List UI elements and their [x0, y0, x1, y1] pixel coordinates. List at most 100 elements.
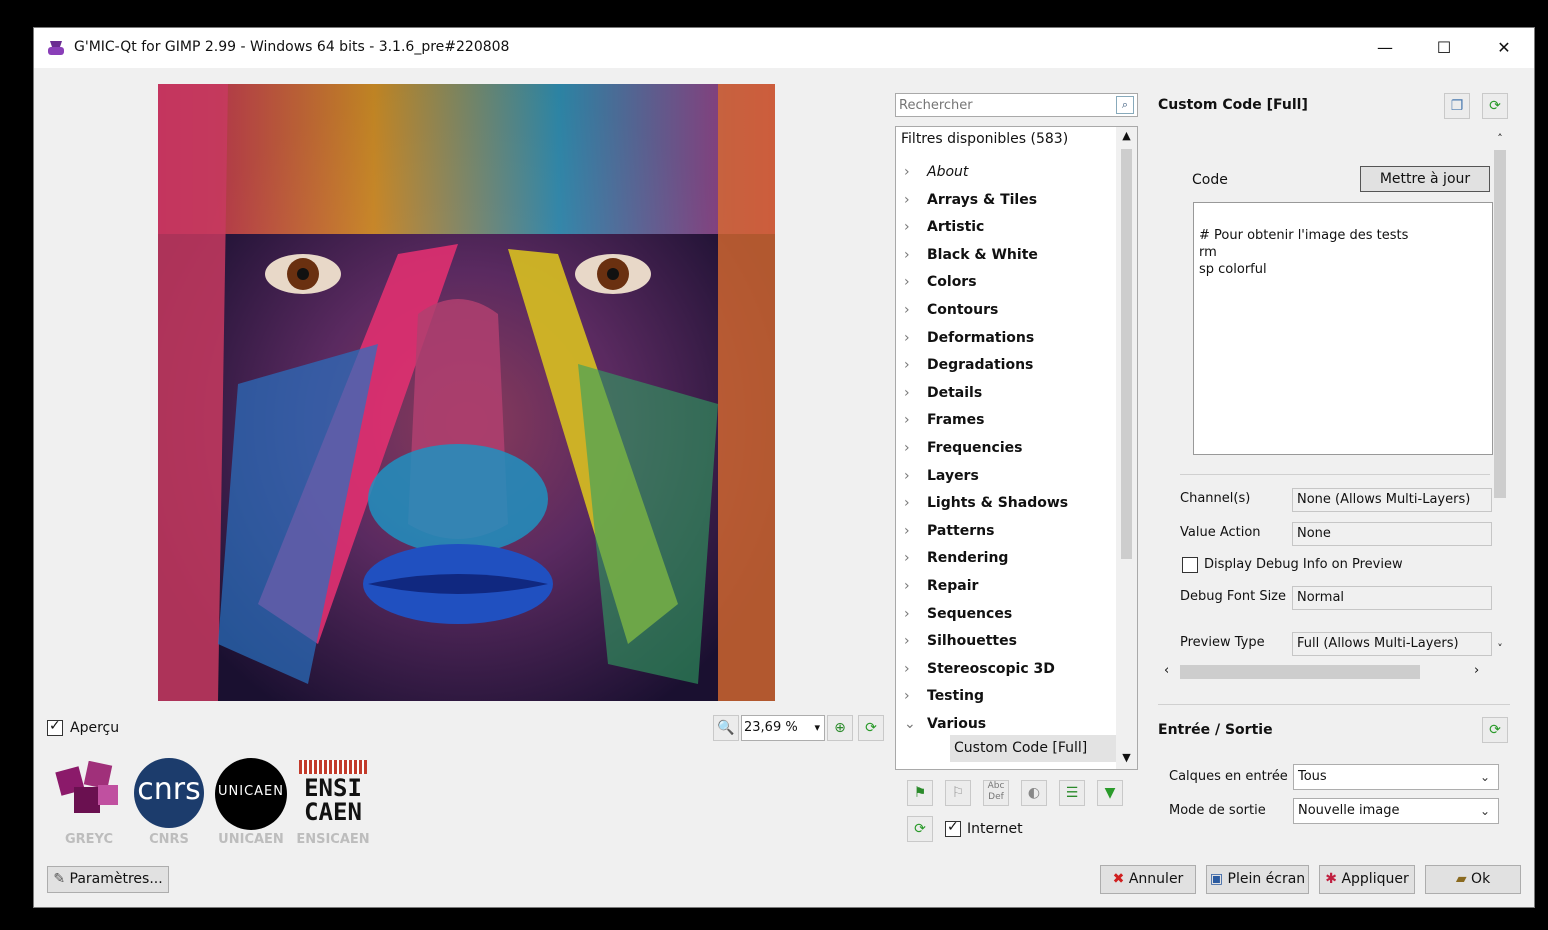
chevron-right-icon[interactable]: › [904, 573, 910, 600]
params-vertical-scrollbar[interactable]: ˄ ˅ [1490, 132, 1510, 662]
chevron-left-icon[interactable]: ‹ [1164, 663, 1169, 678]
output-mode-combobox[interactable]: Nouvelle image ⌄ [1293, 798, 1499, 824]
gmic-window: G'MIC-Qt for GIMP 2.99 - Windows 64 bits… [33, 27, 1535, 908]
params-hscroll-thumb[interactable] [1180, 665, 1420, 679]
remove-favorite-icon[interactable]: ⚐ [945, 780, 971, 806]
value-action-select[interactable]: None [1292, 522, 1492, 546]
rename-icon[interactable]: Abc Def [983, 780, 1009, 806]
ok-button[interactable]: ▰ Ok [1425, 865, 1521, 894]
update-filters-icon[interactable]: ⟳ [907, 816, 933, 842]
preview-type-label: Preview Type [1180, 635, 1265, 650]
tree-scrollbar[interactable]: ▲ ▼ [1116, 127, 1137, 769]
selection-mode-icon[interactable]: ☰ [1059, 780, 1085, 806]
internet-label: Internet [967, 821, 1023, 837]
filter-category-item[interactable]: › Arrays & Tiles [896, 187, 1114, 214]
filter-category-item[interactable]: › Frequencies [896, 435, 1114, 462]
chevron-right-icon[interactable]: › [904, 490, 910, 517]
update-button[interactable]: Mettre à jour [1360, 166, 1490, 192]
debug-font-size-select[interactable]: Normal [1292, 586, 1492, 610]
apply-button[interactable]: ✱ Appliquer [1319, 865, 1415, 894]
scroll-up-icon[interactable]: ▲ [1116, 129, 1137, 142]
filter-category-item[interactable]: › Silhouettes [896, 628, 1114, 655]
minimize-button[interactable]: — [1356, 28, 1414, 68]
maximize-button[interactable]: ☐ [1415, 28, 1473, 68]
filter-category-item[interactable]: › Rendering [896, 545, 1114, 572]
zoom-combobox[interactable]: 23,69 % ▾ [741, 715, 825, 741]
reset-io-icon[interactable]: ⟳ [1482, 717, 1508, 743]
chevron-up-icon[interactable]: ˄ [1490, 132, 1510, 145]
preview-type-select[interactable]: Full (Allows Multi-Layers) [1292, 632, 1492, 656]
filter-category-item[interactable]: › Layers [896, 463, 1114, 490]
filter-category-item[interactable]: › Colors [896, 269, 1114, 296]
filter-category-label: Details [927, 384, 983, 401]
filter-item-custom-code[interactable]: Custom Code [Full] [950, 735, 1116, 762]
chevron-right-icon[interactable]: › [904, 545, 910, 572]
apercu-checkbox[interactable] [47, 718, 63, 736]
chevron-right-icon[interactable]: › [904, 435, 910, 462]
filter-category-item[interactable]: ⌄ Various [896, 711, 1114, 738]
chevron-right-icon[interactable]: › [904, 601, 910, 628]
filter-category-item[interactable]: › Lights & Shadows [896, 490, 1114, 517]
tree-scroll-thumb[interactable] [1121, 149, 1132, 559]
debug-info-checkbox[interactable] [1182, 557, 1198, 573]
filter-category-item[interactable]: › Deformations [896, 325, 1114, 352]
refresh-preview-icon[interactable]: ⟳ [858, 715, 884, 741]
search-field[interactable] [897, 95, 1107, 115]
filter-category-item[interactable]: › Stereoscopic 3D [896, 656, 1114, 683]
code-line: sp colorful [1199, 262, 1267, 277]
code-line: rm [1199, 245, 1217, 260]
chevron-down-icon[interactable]: ˅ [1490, 642, 1510, 655]
add-favorite-icon[interactable]: ⚑ [907, 780, 933, 806]
reset-params-icon[interactable]: ⟳ [1482, 93, 1508, 119]
chevron-down-icon: ▾ [814, 721, 820, 734]
settings-button[interactable]: ✎ Paramètres... [47, 866, 169, 893]
chevron-right-icon[interactable]: › [904, 297, 910, 324]
copy-command-icon[interactable]: ❐ [1444, 93, 1470, 119]
preview-image[interactable] [158, 84, 775, 701]
chevron-right-icon[interactable]: › [904, 380, 910, 407]
params-horizontal-scrollbar[interactable]: ‹ › [1160, 662, 1490, 682]
chevron-right-icon[interactable]: › [904, 518, 910, 545]
chevron-right-icon[interactable]: › [904, 656, 910, 683]
input-layers-combobox[interactable]: Tous ⌄ [1293, 764, 1499, 790]
search-icon[interactable]: ⌕ [1116, 96, 1134, 114]
chevron-right-icon[interactable]: › [904, 269, 910, 296]
filter-category-item[interactable]: › Black & White [896, 242, 1114, 269]
chevron-right-icon[interactable]: › [904, 352, 910, 379]
filter-category-item[interactable]: › Degradations [896, 352, 1114, 379]
chevron-right-icon[interactable]: › [904, 463, 910, 490]
filter-search-input[interactable]: ⌕ [895, 93, 1138, 117]
filter-category-item[interactable]: › Artistic [896, 214, 1114, 241]
close-button[interactable]: ✕ [1475, 28, 1533, 68]
chevron-right-icon[interactable]: › [904, 187, 910, 214]
params-scroll-thumb[interactable] [1494, 150, 1506, 498]
chevron-right-icon[interactable]: › [904, 242, 910, 269]
internet-checkbox[interactable] [945, 819, 961, 837]
chevron-right-icon[interactable]: › [904, 325, 910, 352]
filter-category-item[interactable]: › Repair [896, 573, 1114, 600]
window-title: G'MIC-Qt for GIMP 2.99 - Windows 64 bits… [74, 39, 510, 55]
filter-category-item[interactable]: › Contours [896, 297, 1114, 324]
channels-select[interactable]: None (Allows Multi-Layers) [1292, 488, 1492, 512]
cancel-button[interactable]: ✖ Annuler [1100, 865, 1196, 894]
filter-category-item[interactable]: › About [896, 159, 1114, 186]
chevron-down-icon[interactable]: ⌄ [904, 711, 916, 738]
filter-category-item[interactable]: › Testing [896, 683, 1114, 710]
chevron-right-icon[interactable]: › [1474, 663, 1479, 678]
filter-category-item[interactable]: › Patterns [896, 518, 1114, 545]
zoom-out-icon[interactable]: 🔍 [713, 715, 739, 741]
zoom-in-icon[interactable]: ⊕ [827, 715, 853, 741]
visibility-icon[interactable]: ◐ [1021, 780, 1047, 806]
scroll-down-icon[interactable]: ▼ [1116, 751, 1137, 764]
code-editor[interactable]: # Pour obtenir l'image des tests rm sp c… [1193, 202, 1493, 455]
chevron-right-icon[interactable]: › [904, 407, 910, 434]
chevron-right-icon[interactable]: › [904, 628, 910, 655]
filter-category-item[interactable]: › Details [896, 380, 1114, 407]
expand-collapse-icon[interactable]: ▼ [1097, 780, 1123, 806]
chevron-right-icon[interactable]: › [904, 214, 910, 241]
filter-category-item[interactable]: › Frames [896, 407, 1114, 434]
chevron-right-icon[interactable]: › [904, 683, 910, 710]
fullscreen-button[interactable]: ▣ Plein écran [1206, 865, 1309, 894]
filter-category-item[interactable]: › Sequences [896, 601, 1114, 628]
chevron-right-icon[interactable]: › [904, 159, 910, 186]
